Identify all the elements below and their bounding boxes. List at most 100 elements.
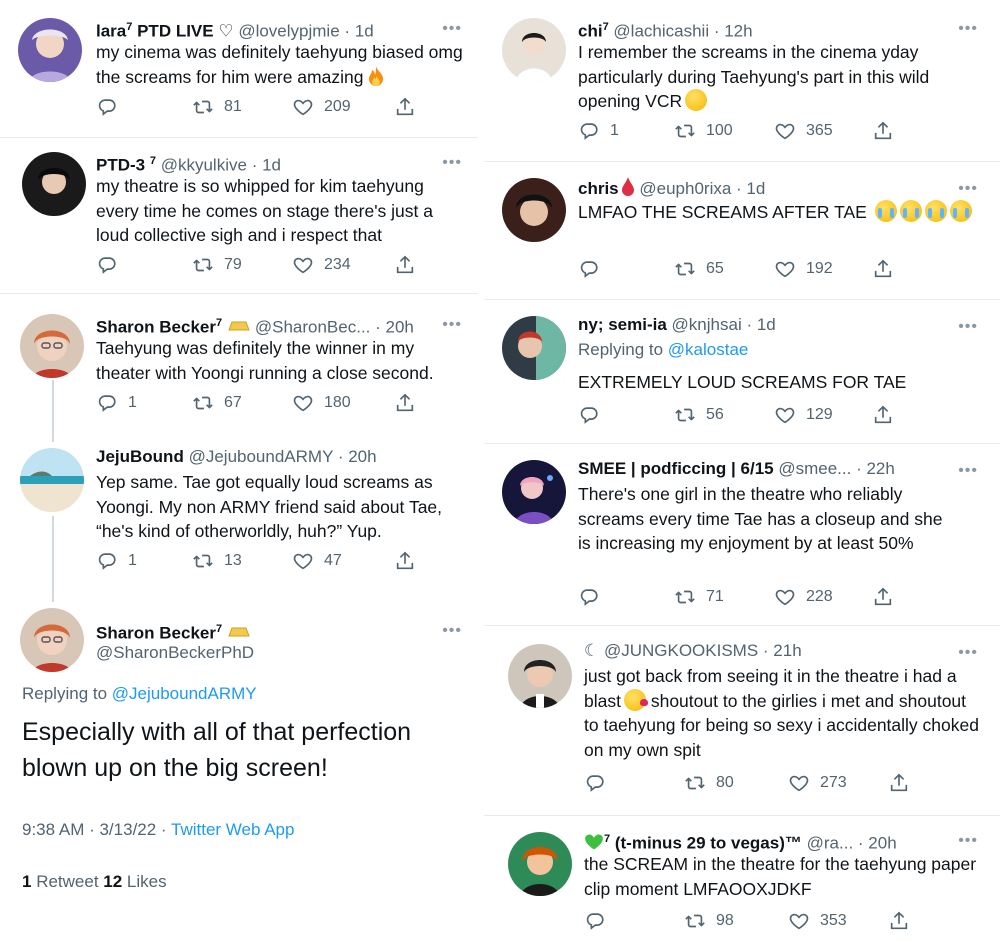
retweet-button[interactable]: 98 [684,910,734,932]
reply-button[interactable] [578,586,610,608]
handle[interactable]: @kkyulkive [161,156,247,175]
display-name[interactable]: Sharon Becker [96,624,216,643]
timestamp[interactable]: · 1d [344,22,373,41]
avatar[interactable] [20,448,84,512]
more-icon[interactable]: ••• [958,319,978,335]
like-button[interactable]: 353 [788,910,847,932]
timestamp[interactable]: · 12h [714,22,753,41]
share-button[interactable] [394,254,416,276]
handle[interactable]: @euph0rixa [639,179,731,198]
handle[interactable]: @knjhsai [672,315,742,334]
display-name[interactable]: Sharon Becker [96,318,216,337]
reply-button[interactable]: 1 [96,550,137,572]
tweet-smee[interactable]: SMEE | podficcing | 6/15 @smee... · 22h … [484,444,1000,626]
more-icon[interactable]: ••• [958,833,978,849]
tweet-lara[interactable]: lara7 PTD LIVE ♡ @lovelypjmie · 1d ••• m… [0,0,484,138]
timestamp[interactable]: · 20h [375,318,414,337]
display-name[interactable]: chi [578,22,603,41]
like-button[interactable]: 47 [292,550,342,572]
avatar[interactable] [502,18,566,82]
display-name[interactable]: chris [578,179,619,198]
display-name[interactable]: ny; semi-ia [578,315,667,334]
avatar[interactable] [22,152,86,216]
like-button[interactable]: 192 [774,258,833,280]
handle[interactable]: @lachicashii [613,22,709,41]
avatar[interactable] [508,644,572,708]
tweet-source-link[interactable]: Twitter Web App [171,820,294,839]
retweet-label[interactable]: Retweet [31,872,103,891]
avatar[interactable] [20,608,84,672]
handle[interactable]: @JejuboundARMY [189,447,334,466]
tweet-main[interactable]: Sharon Becker7 @SharonBeckerPhD ••• Repl… [0,594,484,942]
timestamp[interactable]: · 1d [746,315,775,334]
reply-button[interactable] [584,910,616,932]
more-icon[interactable]: ••• [442,317,462,333]
timestamp[interactable]: · 20h [858,834,897,853]
display-name[interactable]: SMEE | podficcing | 6/15 [578,459,774,478]
tweet-jungkookisms[interactable]: ☾ @JUNGKOOKISMS · 21h ••• just got back … [484,626,1000,816]
tweet-ptd3[interactable]: PTD-3 7 @kkyulkive · 1d ••• my theatre i… [0,138,484,294]
avatar[interactable] [18,18,82,82]
tweet-vegas[interactable]: 7 (t-minus 29 to vegas)™ @ra... · 20h ••… [484,816,1000,942]
share-button[interactable] [872,404,894,426]
more-icon[interactable]: ••• [442,623,462,639]
retweet-button[interactable]: 71 [674,586,724,608]
retweet-button[interactable]: 65 [674,258,724,280]
timestamp[interactable]: · 1d [252,156,281,175]
retweet-button[interactable]: 81 [192,96,242,118]
timestamp[interactable]: · 1d [736,179,765,198]
reply-button[interactable] [584,772,616,794]
like-button[interactable]: 209 [292,96,351,118]
display-name[interactable]: ☾ @JUNGKOOKISMS [584,641,758,660]
share-button[interactable] [888,772,910,794]
timestamp[interactable]: · 22h [856,459,895,478]
replying-to-link[interactable]: @JejuboundARMY [112,684,257,703]
reply-button[interactable] [96,96,128,118]
share-button[interactable] [394,392,416,414]
more-icon[interactable]: ••• [958,645,978,661]
share-button[interactable] [394,550,416,572]
like-button[interactable]: 234 [292,254,351,276]
share-button[interactable] [888,910,910,932]
handle[interactable]: @SharonBeckerPhD [96,642,254,664]
tweet-chi[interactable]: chi7 @lachicashii · 12h ••• I remember t… [484,0,1000,162]
reply-button[interactable] [578,404,610,426]
timestamp[interactable]: · 20h [338,447,377,466]
avatar[interactable] [502,316,566,380]
tweet-timestamp[interactable]: 9:38 AM · 3/13/22 · [22,820,171,839]
avatar[interactable] [20,314,84,378]
like-button[interactable]: 180 [292,392,351,414]
replying-to-link[interactable]: @kalostae [668,340,749,359]
retweet-button[interactable]: 80 [684,772,734,794]
retweet-button[interactable]: 13 [192,550,242,572]
display-name[interactable]: JejuBound [96,447,184,466]
retweet-button[interactable]: 56 [674,404,724,426]
handle[interactable]: @lovelypjmie [238,22,339,41]
retweet-button[interactable]: 79 [192,254,242,276]
like-total[interactable]: 12 [103,872,122,891]
like-button[interactable]: 273 [788,772,847,794]
share-button[interactable] [872,120,894,142]
reply-button[interactable] [96,254,128,276]
avatar[interactable] [502,178,566,242]
avatar[interactable] [508,832,572,896]
more-icon[interactable]: ••• [958,21,978,37]
tweet-chris[interactable]: chris @euph0rixa · 1d ••• LMFAO THE SCRE… [484,162,1000,300]
more-icon[interactable]: ••• [958,463,978,479]
like-button[interactable]: 365 [774,120,833,142]
handle[interactable]: @ra... [807,834,854,853]
tweet-ny[interactable]: ny; semi-ia @knjhsai · 1d ••• Replying t… [484,300,1000,444]
share-button[interactable] [872,586,894,608]
share-button[interactable] [394,96,416,118]
like-button[interactable]: 228 [774,586,833,608]
display-name[interactable]: lara [96,22,126,41]
display-name[interactable]: (t-minus 29 to vegas)™ [610,834,802,853]
retweet-button[interactable]: 100 [674,120,733,142]
reply-button[interactable] [578,258,610,280]
reply-button[interactable]: 1 [578,120,619,142]
handle[interactable]: @SharonBec... [255,318,371,337]
like-button[interactable]: 129 [774,404,833,426]
like-label[interactable]: Likes [122,872,167,891]
retweet-button[interactable]: 67 [192,392,242,414]
timestamp[interactable]: · 21h [763,641,802,660]
